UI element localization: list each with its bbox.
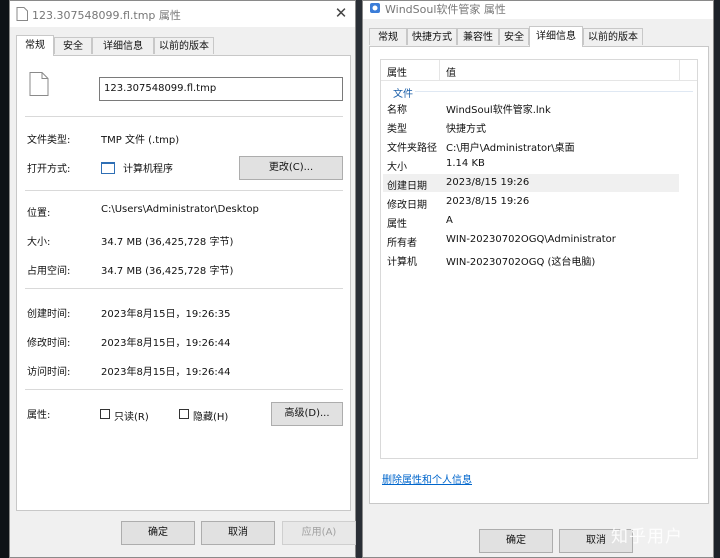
hidden-label: 隐藏(H) <box>193 412 229 423</box>
divider <box>25 116 343 117</box>
grid-header: 属性 值 <box>381 60 697 81</box>
column-divider <box>679 60 680 80</box>
size-on-disk-value: 34.7 MB (36,425,728 字节) <box>101 266 234 277</box>
file-icon <box>16 7 28 21</box>
row-key: 创建日期 <box>387 181 427 192</box>
row-value: WIN-20230702OGQ\Administrator <box>446 234 616 245</box>
divider <box>25 190 343 191</box>
cancel-button[interactable]: 取消 <box>201 521 275 545</box>
row-value: WindSoul软件管家.lnk <box>446 105 551 116</box>
tab-compatibility[interactable]: 兼容性 <box>457 28 499 45</box>
tab-security[interactable]: 安全 <box>499 28 529 45</box>
watermark: 知乎用户 <box>611 527 683 547</box>
hidden-checkbox[interactable] <box>179 409 189 419</box>
apply-button[interactable]: 应用(A) <box>282 521 356 545</box>
tab-general[interactable]: 常规 <box>16 35 54 56</box>
readonly-label: 只读(R) <box>114 412 149 423</box>
table-row[interactable]: 类型 快捷方式 <box>383 117 679 135</box>
accessed-value: 2023年8月15日，19:26:44 <box>101 367 231 378</box>
filename-field[interactable]: 123.307548099.fl.tmp <box>99 77 343 101</box>
section-line <box>415 91 693 92</box>
tab-shortcut[interactable]: 快捷方式 <box>407 28 457 45</box>
row-key: 大小 <box>387 162 407 173</box>
table-row[interactable]: 名称 WindSoul软件管家.lnk <box>383 98 679 116</box>
program-icon <box>101 162 115 174</box>
table-row[interactable]: 计算机 WIN-20230702OGQ (这台电脑) <box>383 250 679 268</box>
row-key: 名称 <box>387 105 407 116</box>
location-label: 位置: <box>27 208 51 219</box>
row-value: WIN-20230702OGQ (这台电脑) <box>446 257 596 268</box>
advanced-button[interactable]: 高级(D)... <box>271 402 343 426</box>
details-grid: 属性 值 文件 名称 WindSoul软件管家.lnk 类型 快捷方式 文件夹路… <box>380 59 698 459</box>
row-value: A <box>446 215 453 226</box>
row-key: 计算机 <box>387 257 417 268</box>
row-value: 2023/8/15 19:26 <box>446 177 530 188</box>
created-label: 创建时间: <box>27 309 71 320</box>
row-value: 1.14 KB <box>446 158 485 169</box>
remove-properties-link[interactable]: 删除属性和个人信息 <box>382 471 472 486</box>
row-key: 文件夹路径 <box>387 143 437 154</box>
tab-details[interactable]: 详细信息 <box>92 37 154 54</box>
change-button[interactable]: 更改(C)... <box>239 156 343 180</box>
tab-previous-versions[interactable]: 以前的版本 <box>583 28 643 45</box>
modified-value: 2023年8月15日，19:26:44 <box>101 338 231 349</box>
file-type-icon <box>29 72 49 99</box>
desktop-background <box>0 0 9 558</box>
filename-value: 123.307548099.fl.tmp <box>104 83 217 94</box>
file-type-label: 文件类型: <box>27 135 71 146</box>
row-value: C:\用户\Administrator\桌面 <box>446 143 575 154</box>
row-key: 所有者 <box>387 238 417 249</box>
ok-button[interactable]: 确定 <box>479 529 553 553</box>
column-divider <box>439 60 440 80</box>
table-row[interactable]: 修改日期 2023/8/15 19:26 <box>383 193 679 211</box>
divider <box>25 389 343 390</box>
created-value: 2023年8月15日，19:26:35 <box>101 309 231 320</box>
open-with-label: 打开方式: <box>27 164 71 175</box>
table-row[interactable]: 创建日期 2023/8/15 19:26 <box>383 174 679 192</box>
table-row[interactable]: 大小 1.14 KB <box>383 155 679 173</box>
row-value: 2023/8/15 19:26 <box>446 196 530 207</box>
open-with-value: 计算机程序 <box>123 164 173 175</box>
header-value[interactable]: 值 <box>446 64 456 79</box>
app-icon <box>369 2 381 16</box>
accessed-label: 访问时间: <box>27 367 71 378</box>
shortcut-properties-window: WindSoul软件管家 属性 常规 快捷方式 兼容性 安全 详细信息 以前的版… <box>362 0 714 558</box>
attributes-label: 属性: <box>27 410 51 421</box>
readonly-checkbox[interactable] <box>100 409 110 419</box>
size-value: 34.7 MB (36,425,728 字节) <box>101 237 234 248</box>
divider <box>25 288 343 289</box>
tab-previous-versions[interactable]: 以前的版本 <box>154 37 214 54</box>
ok-button[interactable]: 确定 <box>121 521 195 545</box>
modified-label: 修改时间: <box>27 338 71 349</box>
table-row[interactable]: 文件夹路径 C:\用户\Administrator\桌面 <box>383 136 679 154</box>
tab-details[interactable]: 详细信息 <box>529 26 583 47</box>
tab-general[interactable]: 常规 <box>369 28 407 45</box>
row-key: 类型 <box>387 124 407 135</box>
window-title: WindSoul软件管家 属性 <box>385 3 506 16</box>
table-row[interactable]: 属性 A <box>383 212 679 230</box>
window-title: 123.307548099.fl.tmp 属性 <box>32 9 181 22</box>
size-label: 大小: <box>27 237 51 248</box>
tab-security[interactable]: 安全 <box>54 37 92 54</box>
general-panel: 123.307548099.fl.tmp 文件类型: TMP 文件 (.tmp)… <box>16 55 351 511</box>
title-bar[interactable]: 123.307548099.fl.tmp 属性 ✕ <box>10 1 355 27</box>
tmp-properties-window: 123.307548099.fl.tmp 属性 ✕ 常规 安全 详细信息 以前的… <box>9 0 356 558</box>
file-type-value: TMP 文件 (.tmp) <box>101 135 180 146</box>
row-value: 快捷方式 <box>446 124 486 135</box>
size-on-disk-label: 占用空间: <box>27 266 71 277</box>
row-key: 属性 <box>387 219 407 230</box>
title-bar[interactable]: WindSoul软件管家 属性 <box>363 1 713 19</box>
details-panel: 属性 值 文件 名称 WindSoul软件管家.lnk 类型 快捷方式 文件夹路… <box>369 46 709 504</box>
row-key: 修改日期 <box>387 200 427 211</box>
desktop-edge <box>714 0 720 558</box>
table-row[interactable]: 所有者 WIN-20230702OGQ\Administrator <box>383 231 679 249</box>
location-value: C:\Users\Administrator\Desktop <box>101 204 259 215</box>
close-icon[interactable]: ✕ <box>333 4 349 22</box>
header-property[interactable]: 属性 <box>387 64 407 79</box>
